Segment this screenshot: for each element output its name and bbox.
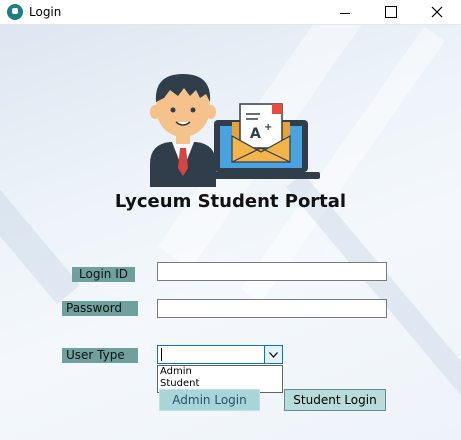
minimize-icon [340, 12, 350, 14]
window-title: Login [29, 5, 62, 19]
close-button[interactable] [414, 0, 460, 24]
password-field[interactable] [157, 299, 387, 318]
minimize-button[interactable] [322, 0, 368, 24]
app-icon [7, 4, 23, 20]
login-form-area: A + Lyceum Student Portal Login ID Passw… [0, 25, 461, 440]
maximize-icon [385, 6, 397, 18]
svg-text:A: A [250, 126, 261, 142]
student-login-button[interactable]: Student Login [284, 389, 386, 411]
title-bar: Login [0, 0, 461, 25]
page-title: Lyceum Student Portal [114, 191, 347, 212]
user-type-select[interactable] [157, 345, 283, 364]
text-cursor [161, 348, 162, 361]
student-mail-illustration: A + [150, 74, 320, 187]
password-label: Password [62, 301, 138, 316]
login-id-field[interactable] [157, 262, 387, 281]
svg-text:+: + [264, 122, 272, 133]
login-id-label: Login ID [72, 267, 135, 282]
user-type-label: User Type [62, 348, 138, 363]
chevron-down-icon [269, 351, 278, 358]
dropdown-option-admin[interactable]: Admin [158, 366, 282, 378]
maximize-button[interactable] [368, 0, 414, 24]
close-icon [431, 6, 443, 18]
admin-login-button[interactable]: Admin Login [159, 389, 260, 411]
dropdown-toggle[interactable] [264, 346, 282, 363]
